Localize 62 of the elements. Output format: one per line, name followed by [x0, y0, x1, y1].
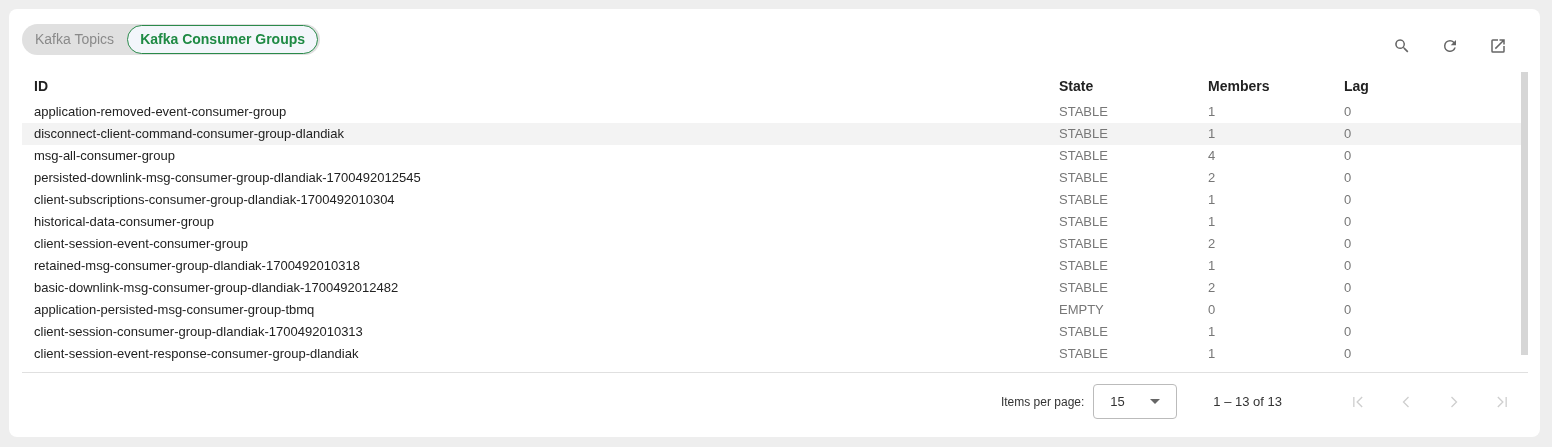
table-cell: 1 [1208, 324, 1216, 340]
table-cell: STABLE [1059, 104, 1108, 120]
table-cell: application-removed-event-consumer-group [34, 104, 287, 120]
table-cell: 0 [1344, 302, 1352, 318]
table-cell: STABLE [1059, 192, 1108, 208]
page-range: 1 – 13 of 13 [1213, 392, 1282, 411]
table-cell: 1 [1208, 104, 1216, 120]
open-external-icon [1489, 37, 1507, 55]
table-cell: 0 [1344, 324, 1352, 340]
column-header: ID [34, 78, 48, 94]
table-cell: 2 [1208, 236, 1216, 252]
table-cell: 1 [1208, 346, 1216, 362]
table-cell: STABLE [1059, 170, 1108, 186]
table-cell: 1 [1208, 126, 1216, 142]
table-cell: client-session-event-response-consumer-group-dlandiak [34, 346, 359, 362]
table-cell: msg-all-consumer-group [34, 148, 175, 164]
table-cell: 0 [1344, 170, 1352, 186]
table-cell: client-subscriptions-consumer-group-dlandiak-1700492010304 [34, 192, 395, 208]
page-size-dropdown[interactable]: 15 [1093, 384, 1178, 419]
table-cell: 0 [1344, 346, 1352, 362]
table-cell: 0 [1344, 236, 1352, 252]
table-cell: client-session-event-consumer-group [34, 236, 248, 252]
table-cell: STABLE [1059, 148, 1108, 164]
table-cell: STABLE [1059, 280, 1108, 296]
table-cell: EMPTY [1059, 302, 1104, 318]
table-cell: 0 [1344, 104, 1352, 120]
table-cell: 0 [1344, 258, 1352, 274]
search-icon [1393, 37, 1411, 55]
toggle-tab[interactable]: Kafka Consumer Groups [127, 25, 319, 54]
column-header: Lag [1344, 78, 1369, 94]
table-cell: STABLE [1059, 346, 1108, 362]
table-cell: 1 [1208, 192, 1216, 208]
table-cell: STABLE [1059, 214, 1108, 230]
table-cell: 2 [1208, 170, 1216, 186]
table-cell: STABLE [1059, 324, 1108, 340]
table-cell: STABLE [1059, 258, 1108, 274]
table-cell: disconnect-client-command-consumer-group-dlandiak [34, 126, 344, 142]
table-cell: basic-downlink-msg-consumer-group-dlandiak-1700492012482 [34, 280, 399, 296]
table-cell: 0 [1208, 302, 1216, 318]
table-cell: STABLE [1059, 236, 1108, 252]
refresh-icon [1441, 37, 1459, 55]
table-cell: 1 [1208, 258, 1216, 274]
column-header: Members [1208, 78, 1270, 94]
table-cell: STABLE [1059, 126, 1108, 142]
table-cell: 0 [1344, 148, 1352, 164]
table-row-highlight[interactable]: disconnect-client-command-consumer-group-dlandiak STABLE 1 0 [22, 123, 1521, 145]
table-cell: 0 [1344, 126, 1352, 142]
table-cell: persisted-downlink-msg-consumer-group-dlandiak-1700492012545 [34, 170, 421, 186]
table-cell: 2 [1208, 280, 1216, 296]
table-cell: historical-data-consumer-group [34, 214, 214, 230]
table-cell: application-persisted-msg-consumer-group-tbmq [34, 302, 315, 318]
table-cell: 0 [1344, 280, 1352, 296]
table-cell: retained-msg-consumer-group-dlandiak-1700492010318 [34, 258, 360, 274]
column-header: State [1059, 78, 1094, 94]
table-cell: 0 [1344, 214, 1352, 230]
table-cell: client-session-consumer-group-dlandiak-1700492010313 [34, 324, 363, 340]
table-cell: 0 [1344, 192, 1352, 208]
items-per-page-label: Items per page: [1000, 393, 1085, 411]
table-cell: 1 [1208, 214, 1216, 230]
table-cell: 4 [1208, 148, 1216, 164]
caret-icon [1150, 399, 1161, 404]
scrollbar[interactable] [1521, 72, 1528, 355]
